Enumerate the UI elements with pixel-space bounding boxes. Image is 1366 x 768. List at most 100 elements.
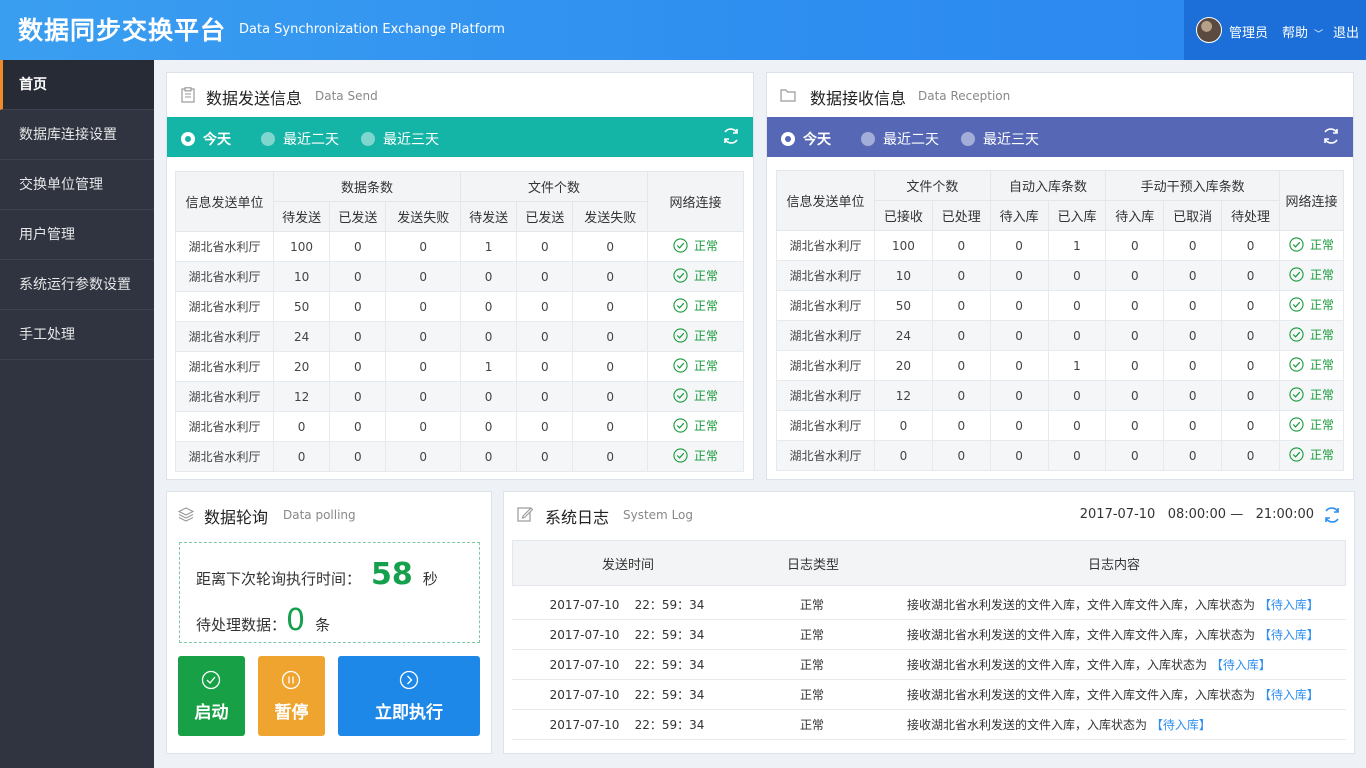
log-content: 接收湖北省水利发送的文件入库，入库状态为 【待入库】 xyxy=(882,716,1346,733)
status-text: 正常 xyxy=(1309,448,1334,462)
value-cell: 0 xyxy=(1221,410,1280,441)
value-cell: 0 xyxy=(459,321,518,352)
top-header: 数据同步交换平台 Data Synchronization Exchange P… xyxy=(0,0,1366,60)
value-cell: 0 xyxy=(931,350,991,381)
check-circle-icon xyxy=(1289,447,1304,462)
send-filter-three-days[interactable]: 最近三天 xyxy=(361,129,439,149)
network-status: 正常 xyxy=(647,381,744,412)
value-cell: 0 xyxy=(989,320,1049,351)
sidebar: 首页 数据库连接设置 交换单位管理 用户管理 系统运行参数设置 手工处理 xyxy=(0,60,154,768)
check-circle-icon xyxy=(673,238,688,253)
receive-filter-two-days[interactable]: 最近二天 xyxy=(861,129,939,149)
value-cell: 0 xyxy=(516,411,574,442)
status-text: 正常 xyxy=(1309,328,1334,342)
polling-status-box: 距离下次轮询执行时间： 58 秒 待处理数据： 0 条 xyxy=(179,542,480,643)
value-cell: 0 xyxy=(1221,440,1280,471)
receive-filter-today[interactable]: 今天 xyxy=(781,129,831,149)
table-row: 湖北省水利厅 100 0 0 1 0 0 0 正常 xyxy=(776,230,1344,261)
value-cell: 0 xyxy=(516,351,574,382)
status-text: 正常 xyxy=(693,419,718,433)
value-cell: 0 xyxy=(1105,230,1165,261)
user-area: 管理员 帮助 ﹀ 退出 xyxy=(1184,0,1366,60)
col-group-files: 文件个数 xyxy=(459,171,649,202)
value-cell: 0 xyxy=(1221,380,1280,411)
value-cell: 0 xyxy=(1105,320,1165,351)
value-cell: 0 xyxy=(385,381,461,412)
value-cell: 0 xyxy=(385,441,461,472)
log-content-text: 接收湖北省水利发送的文件入库，文件入库，入库状态为 xyxy=(907,658,1208,672)
value-cell: 0 xyxy=(572,291,648,322)
value-cell: 0 xyxy=(516,441,574,472)
sidebar-item-db-connection[interactable]: 数据库连接设置 xyxy=(0,110,154,160)
network-status: 正常 xyxy=(647,411,744,442)
value-cell: 0 xyxy=(1105,410,1165,441)
log-time: 2017-07-10 22：59：34 xyxy=(549,658,705,672)
table-row: 湖北省水利厅 0 0 0 0 0 0 0 正常 xyxy=(776,410,1344,441)
value-cell: 1 xyxy=(1047,350,1107,381)
log-date-range[interactable]: 2017-07-10 08:00:00 — 21:00:00 xyxy=(1080,507,1314,522)
refresh-icon[interactable] xyxy=(1322,505,1342,525)
start-button[interactable]: 启动 xyxy=(178,656,245,736)
value-cell: 0 xyxy=(1047,440,1107,471)
radio-checked-icon xyxy=(781,132,795,146)
network-status: 正常 xyxy=(1279,410,1344,441)
refresh-icon[interactable] xyxy=(1321,126,1341,146)
log-type: 正常 xyxy=(799,598,824,612)
network-status: 正常 xyxy=(1279,350,1344,381)
value-cell: 0 xyxy=(385,351,461,382)
receive-subtitle: Data Reception xyxy=(918,89,1011,103)
value-cell: 0 xyxy=(1163,290,1223,321)
sidebar-item-home[interactable]: 首页 xyxy=(0,60,154,110)
check-circle-icon xyxy=(673,298,688,313)
run-now-button[interactable]: 立即执行 xyxy=(338,656,480,736)
pause-button[interactable]: 暂停 xyxy=(258,656,325,736)
pending-row: 待处理数据： 0 条 xyxy=(196,603,330,638)
sidebar-item-system-params[interactable]: 系统运行参数设置 xyxy=(0,260,154,310)
sidebar-item-exchange-units[interactable]: 交换单位管理 xyxy=(0,160,154,210)
polling-subtitle: Data polling xyxy=(283,508,356,522)
sidebar-item-manual[interactable]: 手工处理 xyxy=(0,310,154,360)
unit-cell: 湖北省水利厅 xyxy=(175,261,274,292)
value-cell: 0 xyxy=(272,441,331,472)
col-group-auto: 自动入库条数 xyxy=(989,170,1107,201)
table-row: 湖北省水利厅 20 0 0 1 0 0 0 正常 xyxy=(776,350,1344,381)
avatar[interactable] xyxy=(1196,17,1222,43)
folder-icon xyxy=(780,89,796,102)
user-name[interactable]: 管理员 xyxy=(1229,22,1268,41)
col-sent: 已发送 xyxy=(329,201,387,232)
value-cell: 0 xyxy=(385,261,461,292)
value-cell: 0 xyxy=(989,440,1049,471)
value-cell: 0 xyxy=(572,381,648,412)
log-status-link[interactable]: 【待入库】 xyxy=(1259,598,1319,612)
value-cell: 0 xyxy=(989,290,1049,321)
send-filter-two-days[interactable]: 最近二天 xyxy=(261,129,339,149)
value-cell: 12 xyxy=(272,381,331,412)
log-content-text: 接收湖北省水利发送的文件入库，文件入库文件入库，入库状态为 xyxy=(907,688,1256,702)
log-status-link[interactable]: 【待入库】 xyxy=(1259,688,1319,702)
value-cell: 0 xyxy=(1047,260,1107,291)
log-status-link[interactable]: 【待入库】 xyxy=(1259,628,1319,642)
log-status-link[interactable]: 【待入库】 xyxy=(1211,658,1271,672)
logout-link[interactable]: 退出 xyxy=(1333,22,1359,41)
network-status: 正常 xyxy=(1279,440,1344,471)
network-status: 正常 xyxy=(1279,260,1344,291)
help-menu[interactable]: 帮助 ﹀ xyxy=(1282,22,1323,41)
col-cancelled: 已取消 xyxy=(1163,200,1223,231)
value-cell: 100 xyxy=(874,230,933,261)
value-cell: 0 xyxy=(516,291,574,322)
value-cell: 0 xyxy=(329,291,387,322)
value-cell: 0 xyxy=(931,260,991,291)
app-title: 数据同步交换平台 xyxy=(18,16,227,45)
sidebar-item-users[interactable]: 用户管理 xyxy=(0,210,154,260)
value-cell: 0 xyxy=(1047,380,1107,411)
radio-icon xyxy=(261,132,275,146)
network-status: 正常 xyxy=(647,231,744,262)
send-filter-today[interactable]: 今天 xyxy=(181,129,231,149)
refresh-icon[interactable] xyxy=(721,126,741,146)
unit-cell: 湖北省水利厅 xyxy=(776,350,875,381)
value-cell: 50 xyxy=(272,291,331,322)
check-circle-icon xyxy=(201,670,221,690)
value-cell: 0 xyxy=(516,261,574,292)
log-status-link[interactable]: 【待入库】 xyxy=(1151,718,1211,732)
receive-filter-three-days[interactable]: 最近三天 xyxy=(961,129,1039,149)
